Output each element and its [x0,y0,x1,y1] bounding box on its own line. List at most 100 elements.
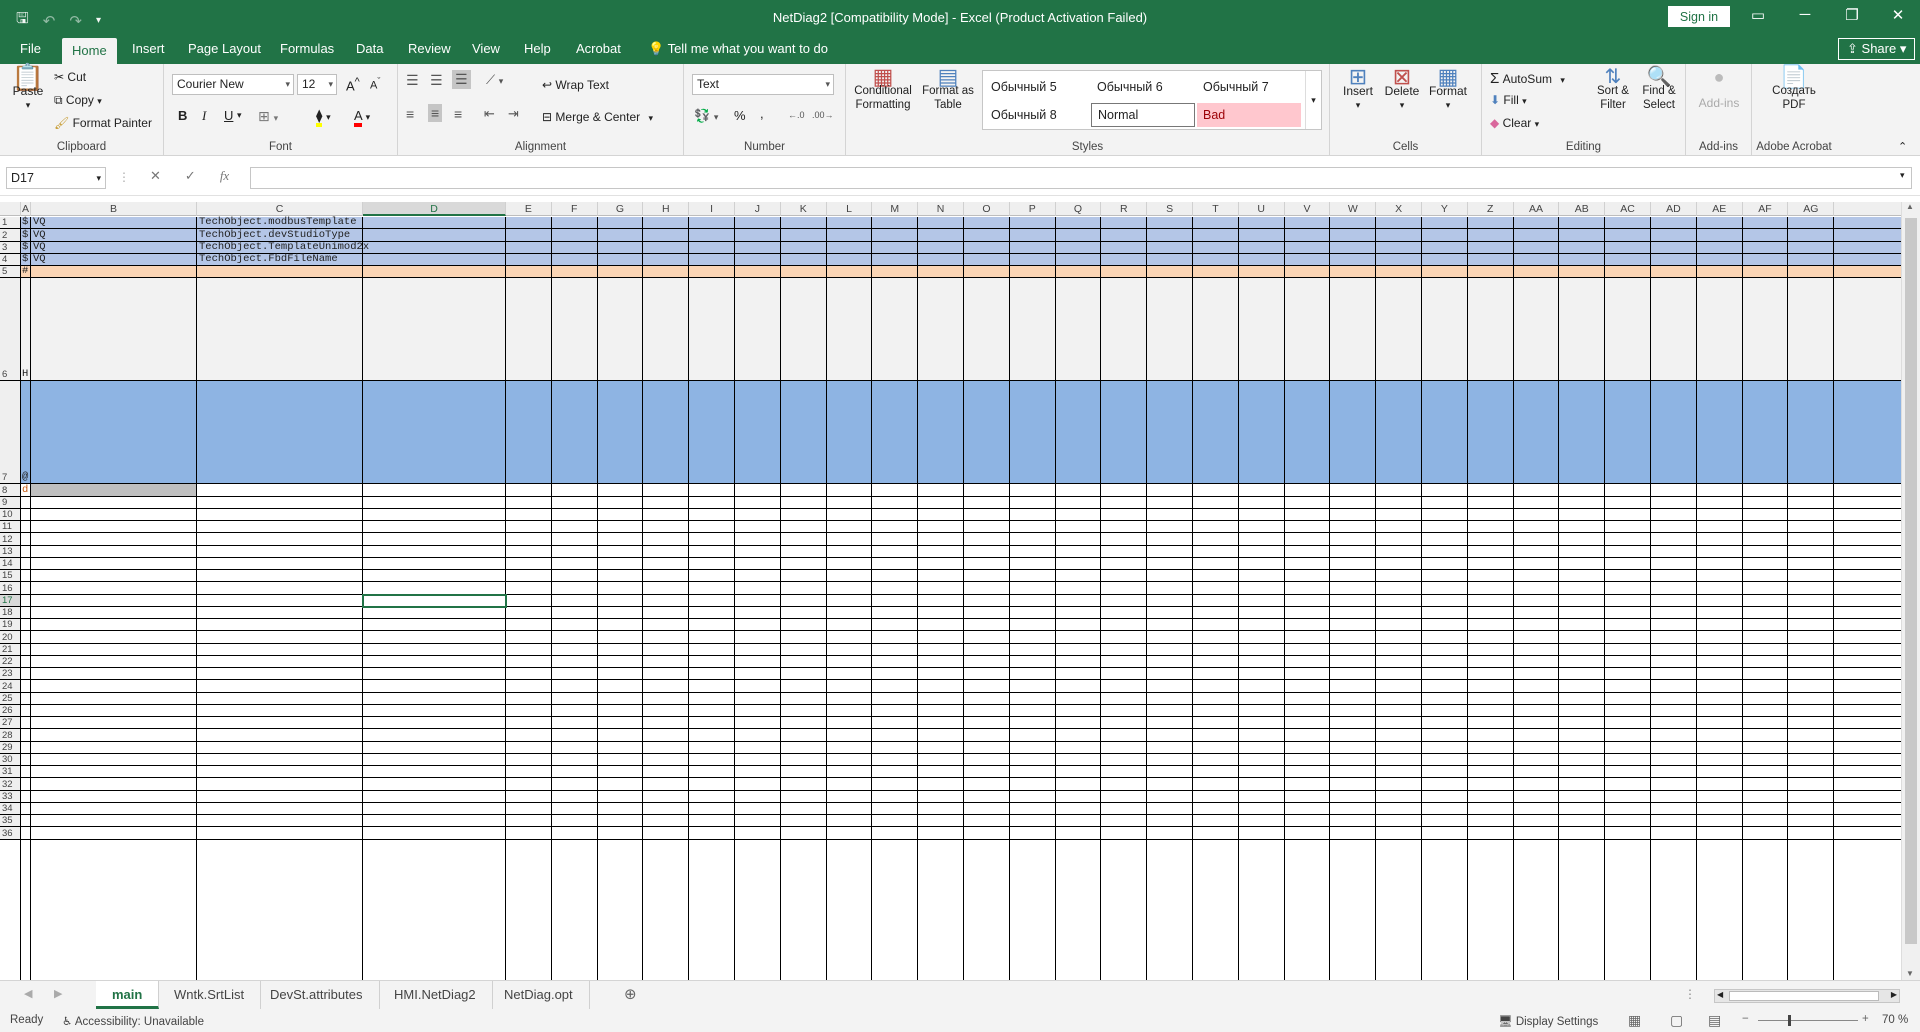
column-header-p[interactable]: P [1010,202,1056,216]
insert-cells-button[interactable]: ⊞ Insert ▾ [1338,66,1378,112]
format-painter-button[interactable]: 🖌 Format Painter [54,116,152,130]
cell-c1[interactable]: TechObject.modbusTemplate [199,216,357,228]
add-sheet-icon[interactable]: ⊕ [624,985,637,1003]
delete-cells-button[interactable]: ⊠ Delete ▾ [1382,66,1422,112]
increase-indent-icon[interactable]: ⇥ [508,106,519,122]
zoom-out-icon[interactable]: − [1742,1013,1749,1025]
zoom-in-icon[interactable]: + [1862,1013,1869,1025]
tab-file[interactable]: File [10,34,51,64]
format-as-table-button[interactable]: ▤ Format as Table [920,66,976,112]
sheet-tab-devst-attributes[interactable]: DevSt.attributes [254,981,380,1009]
row-header-22[interactable]: 22 [0,655,21,667]
ribbon-display-icon[interactable]: ▭ [1738,6,1778,24]
conditional-formatting-button[interactable]: ▦ Conditional Formatting [850,66,916,112]
enter-icon[interactable]: ✓ [185,168,196,184]
row-header-32[interactable]: 32 [0,778,21,790]
column-header-w[interactable]: W [1330,202,1377,216]
orientation-icon[interactable]: ⟋ ▾ [486,72,503,88]
row-header-21[interactable]: 21 [0,643,21,655]
cell-a3[interactable]: $ [22,241,28,253]
merge-center-button[interactable]: ⊟ Merge & Center ▾ [542,110,653,124]
paste-button[interactable]: 📋 Paste ▾ [8,64,48,112]
zoom-slider-thumb[interactable] [1788,1015,1791,1026]
cut-button[interactable]: ✂ Cut [54,70,86,84]
cell-b4[interactable]: VQ [33,253,46,265]
row-header-33[interactable]: 33 [0,790,21,802]
column-header-d[interactable]: D [363,202,506,216]
tab-acrobat[interactable]: Acrobat [566,34,631,64]
column-header-q[interactable]: Q [1056,202,1102,216]
minimize-icon[interactable]: ─ [1785,6,1825,23]
row-header-11[interactable]: 11 [0,521,21,533]
row-header-1[interactable]: 1 [0,217,21,229]
column-header-f[interactable]: F [552,202,598,216]
row-header-13[interactable]: 13 [0,545,21,557]
create-pdf-button[interactable]: 📄 Создать PDF [1764,66,1824,112]
align-middle-icon[interactable]: ☰ [430,72,443,89]
clear-button[interactable]: ◆ Clear ▾ [1490,116,1539,130]
number-format-select[interactable]: Text ▾ [692,74,834,95]
cell-a5[interactable]: # [22,265,28,277]
restore-icon[interactable]: ❐ [1832,6,1872,24]
cell-a2[interactable]: $ [22,229,28,241]
row-header-9[interactable]: 9 [0,496,21,508]
fill-button[interactable]: ⬇ Fill ▾ [1490,93,1527,107]
accessibility-status[interactable]: ♿ Accessibility: Unavailable [62,1014,204,1028]
style-obychny-5[interactable]: Обычный 5 [985,75,1089,99]
row-header-4[interactable]: 4 [0,253,21,265]
cell-a7[interactable]: @ [22,471,28,483]
cell-a4[interactable]: $ [22,253,28,265]
addins-button[interactable]: ● Add-ins [1694,68,1744,110]
style-bad[interactable]: Bad [1197,103,1301,127]
cell-b2[interactable]: VQ [33,229,46,241]
column-header-ag[interactable]: AG [1788,202,1835,216]
cancel-icon[interactable]: ✕ [150,168,161,184]
font-size-select[interactable]: 12 ▾ [297,74,337,95]
cell-c3[interactable]: TechObject.TemplateUnimod2x [199,241,369,253]
zoom-level[interactable]: 70 % [1882,1014,1908,1026]
insert-function-icon[interactable]: fx [220,168,229,184]
normal-view-icon[interactable]: ▦ [1628,1012,1641,1029]
share-button[interactable]: ⇪ Share ▾ [1838,38,1916,60]
row-header-12[interactable]: 12 [0,533,21,545]
column-header-z[interactable]: Z [1468,202,1514,216]
row-header-15[interactable]: 15 [0,570,21,582]
zoom-slider[interactable] [1758,1020,1858,1021]
column-header-c[interactable]: C [197,202,363,216]
sort-filter-button[interactable]: ⇅ Sort & Filter [1592,67,1634,112]
column-header-y[interactable]: Y [1422,202,1468,216]
column-header-a[interactable]: A [21,202,31,216]
column-header-k[interactable]: K [781,202,827,216]
horizontal-scroll-thumb[interactable] [1729,991,1879,1001]
cell-a6[interactable]: H [22,368,28,380]
column-header-t[interactable]: T [1193,202,1239,216]
tab-data[interactable]: Data [346,34,393,64]
sheet-tab-hmi-netdiag2[interactable]: HMI.NetDiag2 [378,981,493,1009]
style-normal[interactable]: Normal [1091,103,1195,127]
find-select-button[interactable]: 🔍 Find & Select [1636,67,1682,112]
style-obychny-7[interactable]: Обычный 7 [1197,75,1301,99]
row-header-10[interactable]: 10 [0,508,21,520]
close-icon[interactable]: ✕ [1878,6,1918,24]
column-header-v[interactable]: V [1285,202,1331,216]
name-box[interactable]: D17 ▾ [6,167,106,189]
sheet-tab-main[interactable]: main [96,981,160,1009]
row-header-6[interactable]: 6 [0,278,21,381]
align-center-icon[interactable]: ≡ [428,104,443,122]
column-header-x[interactable]: X [1376,202,1422,216]
cell-b3[interactable]: VQ [33,241,46,253]
font-color-icon[interactable]: A ▾ [354,108,370,127]
accounting-icon[interactable]: 💱 ▾ [694,108,718,124]
spreadsheet-grid[interactable]: A B C D E F G H I J K L M N O P Q R S T U V W X Y Z AA AB AC AD AE AF AG… [0,202,1901,980]
prev-sheet-icon[interactable]: ◀ [24,987,32,1000]
cell-c4[interactable]: TechObject.FbdFileName [199,253,338,265]
sheet-tab-netdiag-opt[interactable]: NetDiag.opt [488,981,590,1009]
align-bottom-icon[interactable]: ☰ [452,70,471,89]
align-top-icon[interactable]: ☰ [406,72,419,89]
row-header-30[interactable]: 30 [0,753,21,765]
vertical-scrollbar[interactable]: ▲ ▼ [1901,202,1920,980]
column-header-n[interactable]: N [918,202,964,216]
row-header-3[interactable]: 3 [0,241,21,253]
vertical-scroll-thumb[interactable] [1905,218,1917,944]
tab-home[interactable]: Home [62,38,117,64]
